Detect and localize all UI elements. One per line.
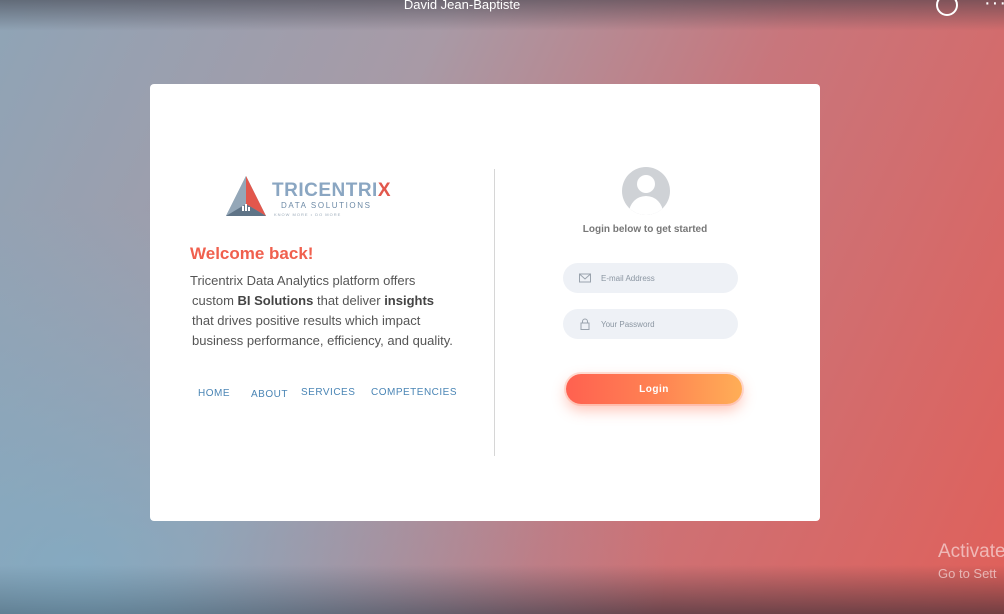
platform-description: Tricentrix Data Analytics platform offer…: [190, 273, 453, 348]
password-field[interactable]: [563, 309, 738, 339]
password-input[interactable]: [601, 319, 721, 329]
vertical-divider: [494, 169, 495, 456]
logo-subtitle: DATA SOLUTIONS: [281, 201, 372, 210]
nav-link-competencies[interactable]: COMPETENCIES: [371, 387, 457, 398]
logo-triangle-icon: [226, 176, 266, 216]
nav-link-home[interactable]: HOME: [198, 388, 230, 399]
welcome-heading: Welcome back!: [190, 244, 314, 263]
email-input[interactable]: [601, 273, 721, 283]
login-subtitle: Login below to get started: [582, 224, 708, 235]
user-avatar-icon: [622, 167, 670, 215]
login-card: TRICENTRIX DATA SOLUTIONS KNOW MORE • DO…: [150, 84, 820, 521]
lock-icon: [580, 318, 590, 330]
company-logo: TRICENTRIX DATA SOLUTIONS KNOW MORE • DO…: [224, 174, 394, 218]
more-options-icon[interactable]: ···: [984, 0, 1004, 15]
mail-icon: [579, 273, 591, 283]
login-screen: David Jean-Baptiste ··· TRICENTRIX DATA …: [0, 0, 1004, 614]
logo-tagline: KNOW MORE • DO MORE: [274, 212, 342, 217]
logo-wordmark: TRICENTRIX: [272, 180, 392, 201]
windows-activation-watermark: Activate Go to Sett: [938, 541, 1004, 581]
nav-link-about[interactable]: ABOUT: [251, 389, 288, 400]
nav-link-services[interactable]: SERVICES: [301, 387, 355, 398]
emoji-icon[interactable]: [936, 0, 958, 16]
meeting-user-name: David Jean-Baptiste: [403, 0, 521, 12]
email-field[interactable]: [563, 263, 738, 293]
login-button[interactable]: Login: [566, 374, 742, 404]
